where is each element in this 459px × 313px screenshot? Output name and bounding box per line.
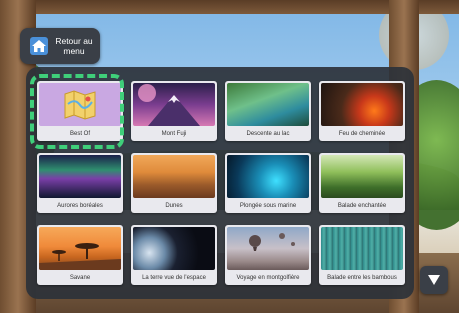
mountain-icon xyxy=(138,84,200,126)
tile-voyage-montgolfiere[interactable]: Voyage en montgolfière xyxy=(225,225,311,285)
tile-thumbnail xyxy=(133,227,215,270)
tile-label: Mont Fuji xyxy=(161,130,187,137)
home-icon xyxy=(26,33,52,59)
tile-plongee-sous-marine[interactable]: Plongée sous marine xyxy=(225,153,311,213)
tile-thumbnail xyxy=(321,83,403,126)
tile-thumbnail xyxy=(39,227,121,270)
tile-label: Feu de cheminée xyxy=(338,130,386,137)
tile-thumbnail xyxy=(133,155,215,198)
tile-label: Savane xyxy=(69,274,91,281)
tile-thumbnail xyxy=(39,155,121,198)
tile-thumbnail xyxy=(227,83,309,126)
tile-thumbnail xyxy=(321,227,403,270)
tile-thumbnail xyxy=(321,155,403,198)
acacia-tree-icon xyxy=(39,243,121,270)
tile-thumbnail xyxy=(227,155,309,198)
hot-air-balloon-icon xyxy=(249,233,295,251)
tile-label: Dunes xyxy=(165,202,183,209)
tile-label: Plongée sous marine xyxy=(239,202,297,209)
tile-label: Aurores boréales xyxy=(57,202,103,209)
triangle-down-icon xyxy=(428,275,440,285)
tile-thumbnail xyxy=(133,83,215,126)
tile-balade-bambous[interactable]: Balade entre les bambous xyxy=(319,225,405,285)
back-to-menu-button[interactable]: Retour au menu xyxy=(20,28,100,64)
tile-mont-fuji[interactable]: Mont Fuji xyxy=(131,81,217,141)
tile-descente-au-lac[interactable]: Descente au lac xyxy=(225,81,311,141)
tile-terre-vue-espace[interactable]: La terre vue de l'espace xyxy=(131,225,217,285)
tile-label: La terre vue de l'espace xyxy=(142,274,206,281)
tile-thumbnail xyxy=(227,227,309,270)
tile-feu-de-cheminee[interactable]: Feu de cheminée xyxy=(319,81,405,141)
tile-savane[interactable]: Savane xyxy=(37,225,123,285)
tile-label: Descente au lac xyxy=(246,130,290,137)
tile-balade-enchantee[interactable]: Balade enchantée xyxy=(319,153,405,213)
tile-dunes[interactable]: Dunes xyxy=(131,153,217,213)
tile-label: Balade entre les bambous xyxy=(327,274,397,281)
back-to-menu-label: Retour au menu xyxy=(55,36,93,56)
selection-indicator xyxy=(30,74,124,149)
scroll-down-button[interactable] xyxy=(420,266,448,294)
tile-aurores-boreales[interactable]: Aurores boréales xyxy=(37,153,123,213)
tile-label: Balade enchantée xyxy=(337,202,387,209)
tile-label: Voyage en montgolfière xyxy=(236,274,300,281)
